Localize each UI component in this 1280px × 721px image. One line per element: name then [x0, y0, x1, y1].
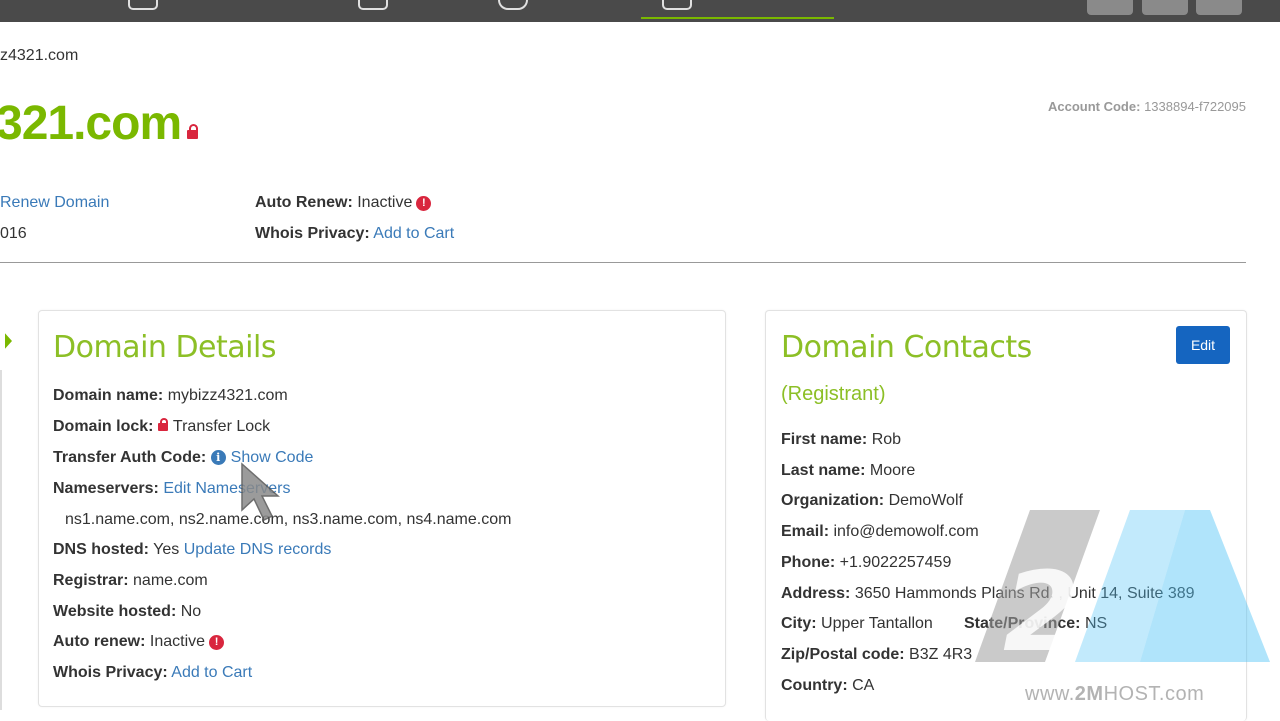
- domain-heading: 321.com: [0, 97, 182, 150]
- domain-details-title: Domain Details: [53, 330, 276, 365]
- nav-icon[interactable]: [662, 0, 692, 10]
- whois-label: Whois Privacy:: [255, 225, 370, 242]
- page-title: 321.com: [0, 96, 199, 151]
- section-divider: [0, 262, 1246, 263]
- renew-domain-link[interactable]: Renew Domain: [0, 194, 109, 211]
- edit-contacts-button[interactable]: Edit: [1176, 326, 1230, 364]
- account-code: Account Code: 1338894-f722095: [1048, 99, 1246, 114]
- detail-label: Domain lock:: [53, 418, 154, 435]
- detail-label: Nameservers:: [53, 480, 159, 497]
- update-dns-link[interactable]: Update DNS records: [184, 541, 332, 558]
- auto-renew-label: Auto Renew:: [255, 194, 353, 211]
- detail-nameserver-list: ns1.name.com, ns2.name.com, ns3.name.com…: [65, 511, 512, 528]
- registrant-subtitle: (Registrant): [781, 383, 886, 405]
- contact-value: CA: [852, 677, 875, 694]
- watermark-url-brand: 2M: [1074, 683, 1104, 705]
- account-code-value: 1338894-f722095: [1144, 99, 1246, 114]
- watermark-numeral: 2: [1003, 548, 1080, 662]
- contact-value: info@demowolf.com: [833, 523, 979, 540]
- watermark-logo: 2: [975, 510, 1270, 662]
- contact-label: Country:: [781, 677, 848, 694]
- contact-label: First name:: [781, 431, 868, 448]
- whois-row: Whois Privacy: Add to Cart: [255, 225, 454, 243]
- detail-value: mybizz4321.com: [167, 387, 288, 404]
- sidebar-arrow-tab-inner: [0, 324, 5, 358]
- contact-organization: Organization: DemoWolf: [781, 492, 963, 510]
- detail-auto-renew: Auto renew: Inactive!: [53, 633, 225, 651]
- nav-icon[interactable]: [498, 0, 528, 10]
- contact-city: City: Upper Tantallon: [781, 615, 933, 633]
- contact-phone: Phone: +1.9022257459: [781, 554, 951, 572]
- lock-icon: [187, 124, 199, 139]
- watermark-url-prefix: www.: [1025, 683, 1075, 705]
- expiry-date: 016: [0, 225, 27, 242]
- nav-icon[interactable]: [128, 0, 158, 10]
- detail-dns-hosted: DNS hosted: Yes Update DNS records: [53, 541, 331, 559]
- expiry-row: 016: [0, 225, 27, 243]
- detail-website-hosted: Website hosted: No: [53, 603, 201, 621]
- detail-value: Inactive: [149, 633, 206, 650]
- contact-value: DemoWolf: [888, 492, 963, 509]
- detail-value: No: [180, 603, 202, 620]
- domain-contacts-title: Domain Contacts: [781, 330, 1032, 365]
- detail-domain-name: Domain name: mybizz4321.com: [53, 387, 288, 405]
- contact-label: Last name:: [781, 462, 866, 479]
- contact-country: Country: CA: [781, 677, 874, 695]
- detail-label: Domain name:: [53, 387, 164, 404]
- contact-value: +1.9022257459: [839, 554, 952, 571]
- active-nav-indicator: [641, 17, 834, 19]
- detail-registrar: Registrar: name.com: [53, 572, 208, 590]
- watermark-url: www.2MHOST.com: [1025, 683, 1204, 706]
- account-code-label: Account Code:: [1047, 99, 1141, 114]
- whois-add-to-cart-link[interactable]: Add to Cart: [373, 225, 454, 242]
- detail-label: DNS hosted:: [53, 541, 149, 558]
- renew-row: Renew Domain: [0, 194, 109, 212]
- sidebar-rule: [0, 370, 2, 710]
- contact-zip: Zip/Postal code: B3Z 4R3: [781, 646, 972, 664]
- watermark-url-suffix: HOST.com: [1103, 683, 1205, 705]
- detail-label: Registrar:: [53, 572, 129, 589]
- contact-label: City:: [781, 615, 817, 632]
- detail-label: Auto renew:: [53, 633, 146, 650]
- facebook-icon[interactable]: [1142, 0, 1188, 15]
- contact-label: Address:: [781, 585, 851, 602]
- top-nav-bar: [0, 0, 1280, 22]
- alert-icon: !: [209, 635, 225, 650]
- alert-icon: !: [416, 196, 432, 211]
- auto-renew-row: Auto Renew: Inactive!: [255, 194, 432, 212]
- contact-value: B3Z 4R3: [909, 646, 973, 663]
- detail-label: Whois Privacy:: [53, 664, 168, 681]
- mouse-cursor-icon: [241, 462, 280, 522]
- add-to-cart-link[interactable]: Add to Cart: [171, 664, 252, 681]
- detail-value: Transfer Lock: [172, 418, 271, 435]
- detail-domain-lock: Domain lock: Transfer Lock: [53, 418, 270, 436]
- youtube-icon[interactable]: [1196, 0, 1242, 15]
- detail-value: name.com: [133, 572, 208, 589]
- contact-last-name: Last name: Moore: [781, 462, 915, 480]
- contact-label: Zip/Postal code:: [781, 646, 905, 663]
- contact-label: Organization:: [781, 492, 885, 509]
- contact-first-name: First name: Rob: [781, 431, 901, 449]
- breadcrumb[interactable]: z4321.com: [0, 47, 78, 65]
- contact-value: Upper Tantallon: [821, 615, 933, 632]
- nav-icon[interactable]: [358, 0, 388, 10]
- twitter-icon[interactable]: [1087, 0, 1133, 15]
- detail-value: Yes: [153, 541, 180, 558]
- detail-label: Website hosted:: [53, 603, 177, 620]
- contact-label: Phone:: [781, 554, 836, 571]
- lock-icon: [157, 418, 168, 431]
- contact-email: Email: info@demowolf.com: [781, 523, 979, 541]
- detail-label: Transfer Auth Code:: [53, 449, 207, 466]
- info-icon[interactable]: i: [210, 450, 226, 465]
- contact-value: Rob: [871, 431, 902, 448]
- contact-value: Moore: [869, 462, 916, 479]
- contact-label: Email:: [781, 523, 830, 540]
- auto-renew-value: Inactive: [357, 194, 413, 211]
- detail-whois-privacy: Whois Privacy: Add to Cart: [53, 664, 252, 682]
